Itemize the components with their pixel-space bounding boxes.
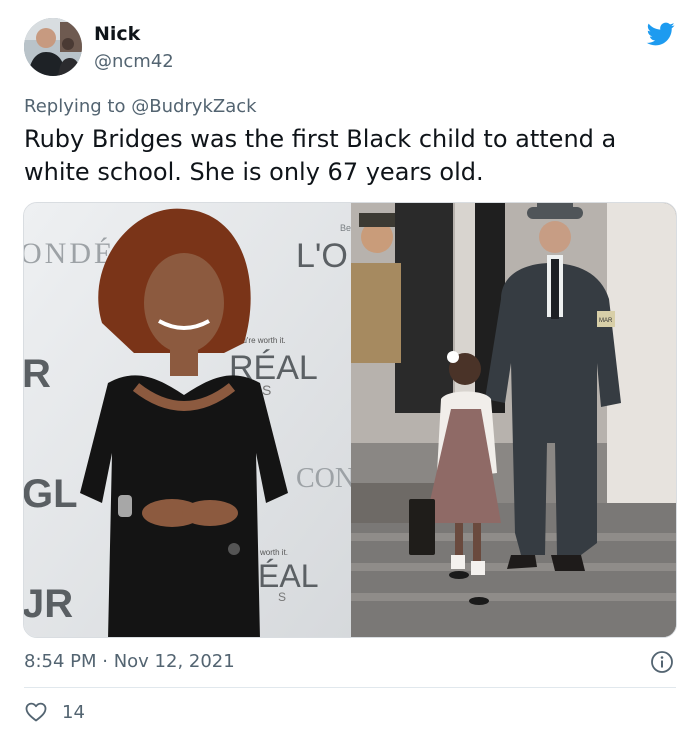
reply-context: Replying to @BudrykZack bbox=[24, 96, 257, 117]
tweet-text: Ruby Bridges was the first Black child t… bbox=[24, 125, 617, 186]
like-count: 14 bbox=[62, 701, 85, 723]
backdrop-text-13: Be bbox=[340, 223, 351, 233]
heart-icon[interactable] bbox=[24, 700, 48, 724]
author-name[interactable]: Nick bbox=[94, 23, 140, 45]
like-stat[interactable]: 14 bbox=[24, 700, 85, 724]
backdrop-text-8: worth it. bbox=[259, 548, 288, 557]
avatar[interactable] bbox=[24, 18, 82, 76]
twitter-bird-icon[interactable] bbox=[645, 20, 677, 48]
backdrop-text-5: R bbox=[24, 352, 51, 396]
reply-mention-link[interactable]: @BudrykZack bbox=[131, 96, 256, 117]
reply-prefix: Replying to bbox=[24, 96, 126, 117]
backdrop-text-9: ÉAL bbox=[258, 558, 318, 594]
backdrop-text-12: S bbox=[278, 590, 286, 604]
info-icon[interactable] bbox=[650, 650, 674, 674]
divider bbox=[24, 687, 676, 688]
media-grid[interactable]: ONDÉ L'O Be you're worth it. RÉAL S R GL… bbox=[23, 202, 677, 638]
author-handle[interactable]: @ncm42 bbox=[94, 51, 174, 72]
backdrop-text-2: L'O bbox=[296, 237, 348, 275]
backdrop-text-1: ONDÉ bbox=[24, 237, 115, 270]
backdrop-text-10: JR bbox=[24, 582, 73, 626]
backdrop-text-6: GL bbox=[24, 472, 78, 516]
photo-right[interactable]: MAR bbox=[351, 203, 676, 637]
armband-text: MAR bbox=[599, 318, 613, 324]
backdrop-text-7: CON bbox=[296, 463, 351, 494]
backdrop-text-11: S bbox=[262, 382, 271, 398]
timestamp[interactable]: 8:54 PM · Nov 12, 2021 bbox=[24, 651, 235, 672]
photo-left[interactable]: ONDÉ L'O Be you're worth it. RÉAL S R GL… bbox=[24, 203, 351, 637]
